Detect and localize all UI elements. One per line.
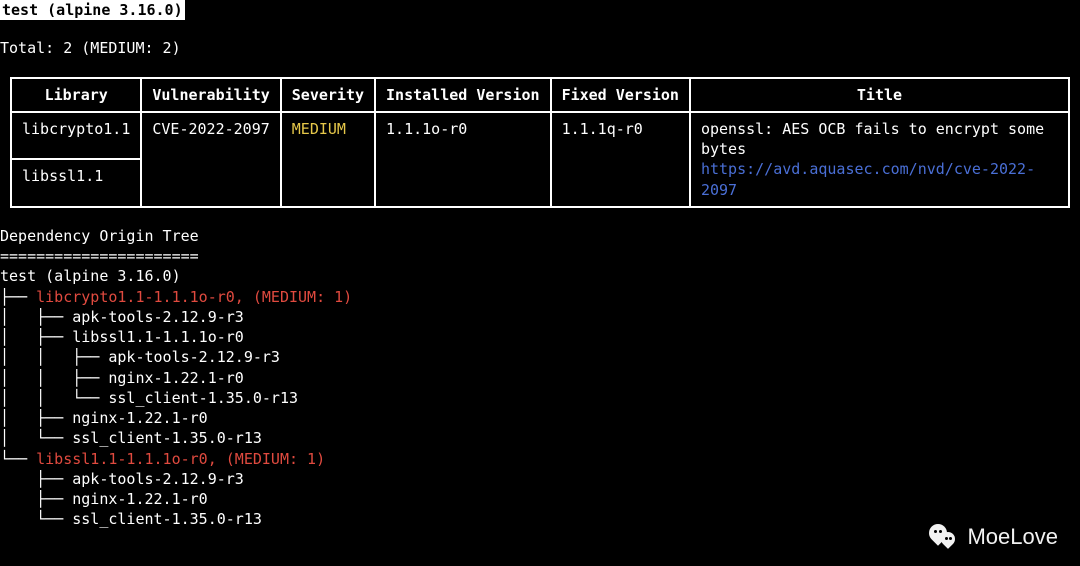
dependency-tree: test (alpine 3.16.0) ├── libcrypto1.1-1.… [0, 266, 1080, 529]
tree-divider: ====================== [0, 246, 1080, 266]
tree-node: apk-tools-2.12.9-r3 [72, 308, 244, 326]
table-row: libcrypto1.1 CVE-2022-2097 MEDIUM 1.1.1o… [11, 112, 1069, 160]
cell-severity: MEDIUM [281, 112, 375, 207]
watermark-text: MoeLove [967, 522, 1058, 552]
cell-vulnerability: CVE-2022-2097 [141, 112, 280, 207]
col-fixed: Fixed Version [551, 78, 690, 112]
tree-node: nginx-1.22.1-r0 [72, 409, 207, 427]
cell-fixed: 1.1.1q-r0 [551, 112, 690, 207]
tree-node: nginx-1.22.1-r0 [108, 369, 243, 387]
tree-node: apk-tools-2.12.9-r3 [108, 348, 280, 366]
table-header-row: Library Vulnerability Severity Installed… [11, 78, 1069, 112]
tree-node: ssl_client-1.35.0-r13 [108, 389, 298, 407]
col-installed: Installed Version [375, 78, 551, 112]
total-summary: Total: 2 (MEDIUM: 2) [0, 38, 1080, 58]
col-title: Title [690, 78, 1069, 112]
tree-title: Dependency Origin Tree [0, 226, 1080, 246]
col-severity: Severity [281, 78, 375, 112]
cell-title: openssl: AES OCB fails to encrypt some b… [690, 112, 1069, 207]
wechat-icon [929, 524, 959, 550]
col-vulnerability: Vulnerability [141, 78, 280, 112]
tree-node: ssl_client-1.35.0-r13 [72, 510, 262, 528]
cell-library: libssl1.1 [11, 159, 141, 207]
tree-node: libssl1.1-1.1.1o-r0 [72, 328, 244, 346]
tree-node: nginx-1.22.1-r0 [72, 490, 207, 508]
tree-node: apk-tools-2.12.9-r3 [72, 470, 244, 488]
cell-installed: 1.1.1o-r0 [375, 112, 551, 207]
vulnerability-table: Library Vulnerability Severity Installed… [10, 77, 1070, 208]
tree-node: ssl_client-1.35.0-r13 [72, 429, 262, 447]
cell-library: libcrypto1.1 [11, 112, 141, 160]
vuln-link[interactable]: https://avd.aquasec.com/nvd/cve-2022-209… [701, 160, 1035, 198]
terminal-output: test (alpine 3.16.0) Total: 2 (MEDIUM: 2… [0, 0, 1080, 530]
scan-target-header: test (alpine 3.16.0) [0, 0, 185, 20]
tree-node-vuln: libcrypto1.1-1.1.1o-r0, (MEDIUM: 1) [36, 288, 352, 306]
tree-root: test (alpine 3.16.0) [0, 267, 181, 285]
watermark: MoeLove [929, 522, 1058, 552]
col-library: Library [11, 78, 141, 112]
tree-node-vuln: libssl1.1-1.1.1o-r0, (MEDIUM: 1) [36, 450, 325, 468]
vuln-title-text: openssl: AES OCB fails to encrypt some b… [701, 120, 1044, 158]
